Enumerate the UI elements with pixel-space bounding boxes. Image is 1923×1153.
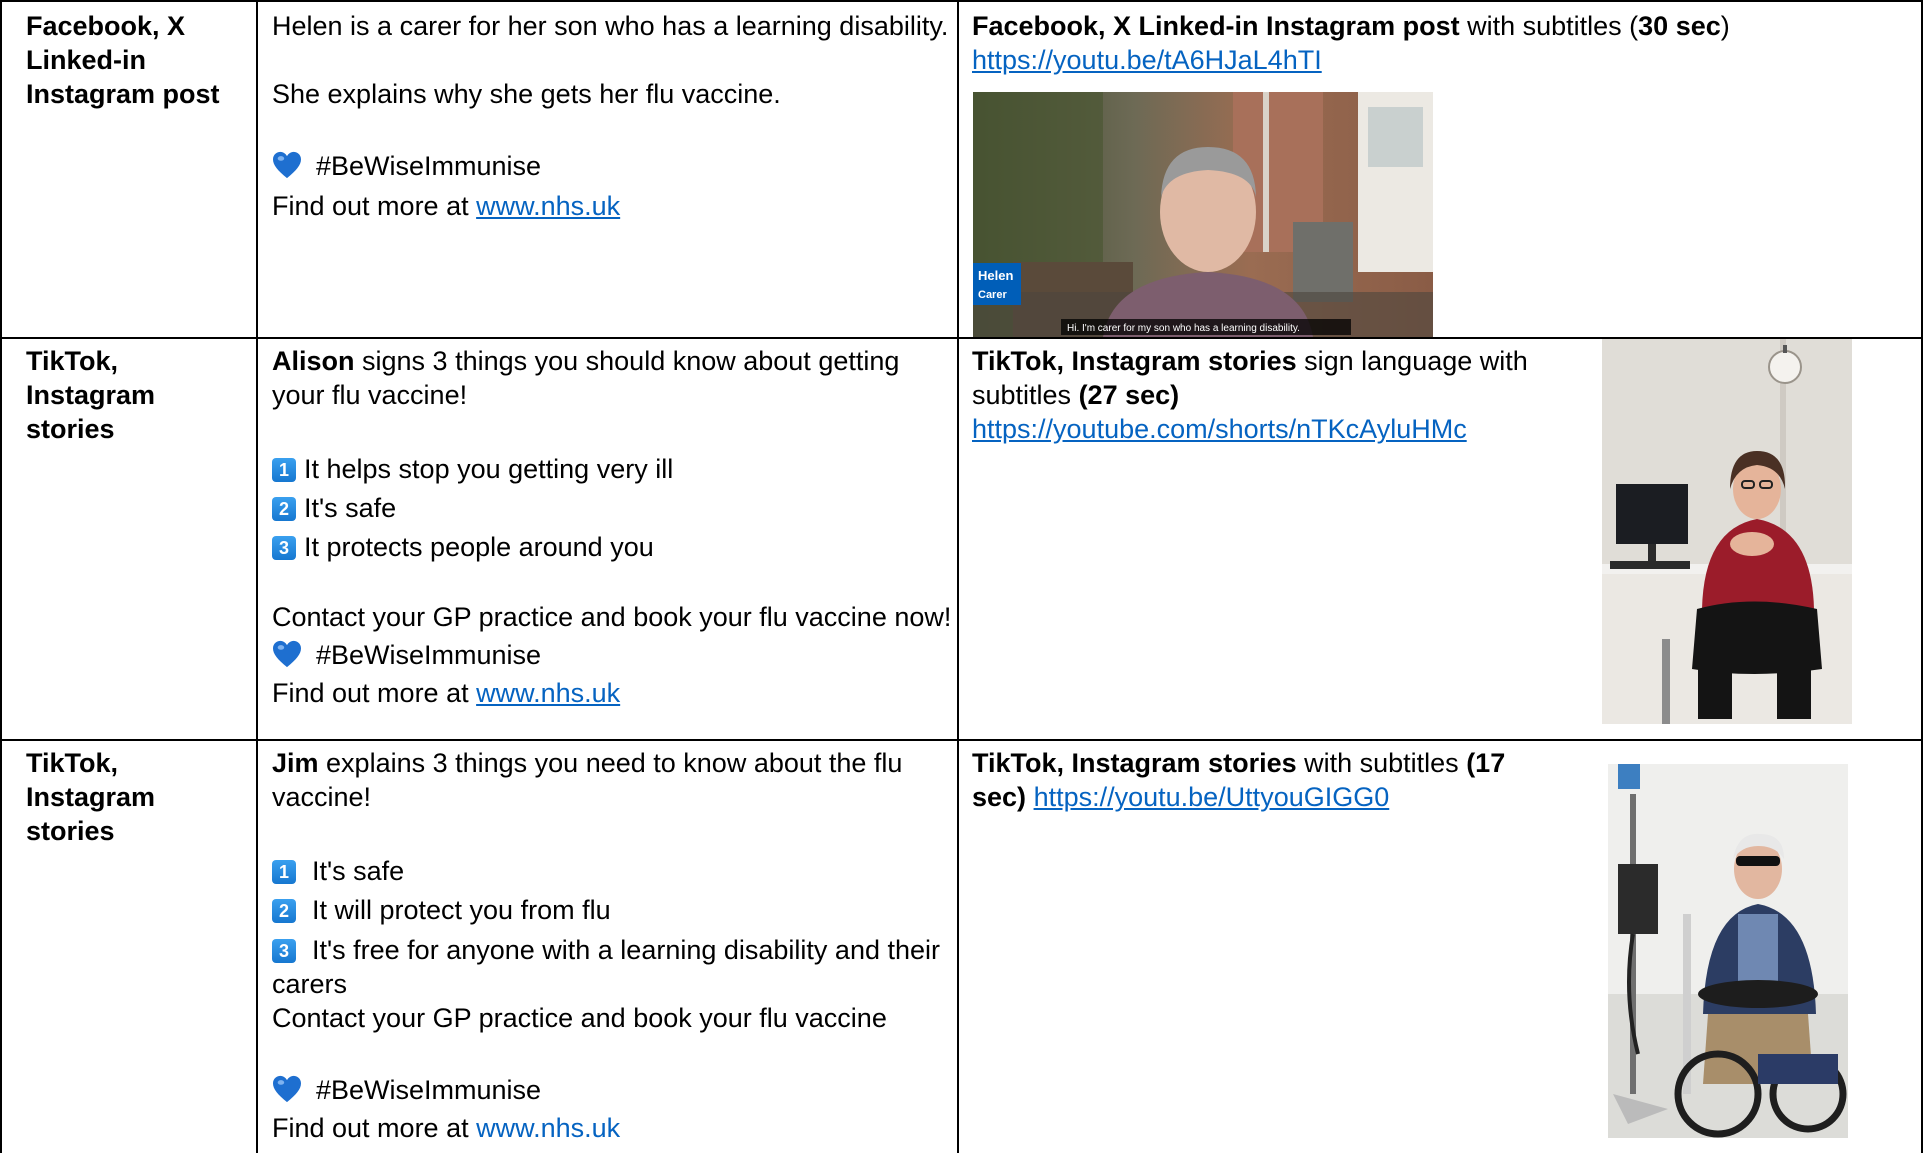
keycap-2-icon: 2 — [272, 899, 296, 923]
post-intro: Jim explains 3 things you need to know a… — [272, 746, 952, 814]
asset-desc: with subtitles ( — [1459, 11, 1639, 41]
find-more-text: Find out more at — [272, 678, 477, 708]
find-more-line: Find out more at www.nhs.uk — [272, 189, 952, 223]
post-copy-cell: Alison signs 3 things you should know ab… — [272, 344, 952, 710]
blue-heart-icon — [273, 151, 301, 179]
platform-label: Facebook, X Linked-in Instagram post — [26, 11, 220, 109]
thumb-role: Carer — [978, 289, 1007, 301]
video-link[interactable]: https://youtube.com/shorts/nTKcAyluHMc — [972, 414, 1467, 444]
asset-duration: (27 sec) — [1078, 380, 1180, 410]
video-link[interactable]: https://youtu.be/tA6HJaL4hTI — [972, 45, 1322, 75]
platform-cell: TikTok, Instagram stories — [26, 746, 186, 848]
point-text: It's safe — [312, 856, 405, 886]
call-to-action: Contact your GP practice and book your f… — [272, 1003, 887, 1033]
asset-cell: Facebook, X Linked-in Instagram post wit… — [972, 9, 1912, 77]
asset-desc: with subtitles — [1296, 748, 1467, 778]
nhs-link[interactable]: www.nhs.uk — [476, 191, 620, 221]
blue-heart-icon — [273, 640, 301, 668]
platform-cell: Facebook, X Linked-in Instagram post — [26, 9, 251, 111]
platform-label: TikTok, Instagram stories — [26, 748, 156, 846]
list-item: 1 It's safe — [272, 852, 952, 891]
keycap-1-icon: 1 — [272, 458, 296, 482]
find-more-text: Find out more at — [272, 1113, 477, 1143]
alison-video-still — [1602, 339, 1852, 724]
table-border-row2 — [0, 739, 1923, 741]
blue-heart-icon — [273, 1075, 301, 1103]
asset-close: ) — [1720, 11, 1730, 41]
keycap-1-icon: 1 — [272, 860, 296, 884]
hashtag: #BeWiseImmunise — [316, 1075, 542, 1105]
point-text: It's safe — [304, 493, 397, 523]
find-more-text: Find out more at — [272, 191, 477, 221]
hashtag-line: #BeWiseImmunise — [272, 149, 952, 183]
asset-cell: TikTok, Instagram stories sign language … — [972, 344, 1542, 446]
find-more-line: Find out more at www.nhs.uk — [272, 676, 952, 710]
post-intro-text: signs 3 things you should know about get… — [272, 346, 900, 410]
asset-platforms: TikTok, Instagram stories — [972, 346, 1297, 376]
jim-video-still — [1608, 764, 1848, 1138]
asset-title: TikTok, Instagram stories sign language … — [972, 344, 1542, 412]
table-border-col2 — [957, 0, 959, 1153]
keycap-3-icon: 3 — [272, 536, 296, 560]
point-text: It's free for anyone with a learning dis… — [272, 935, 941, 999]
person-name: Jim — [272, 748, 319, 778]
asset-title: Facebook, X Linked-in Instagram post wit… — [972, 9, 1912, 43]
list-item: 3 It protects people around you — [272, 528, 952, 567]
list-item: 3 It's free for anyone with a learning di… — [272, 933, 952, 1001]
asset-duration: 30 sec — [1638, 11, 1721, 41]
nhs-link[interactable]: www.nhs.uk — [476, 1113, 620, 1143]
find-more-line: Find out more at www.nhs.uk — [272, 1111, 952, 1145]
post-body: She explains why she gets her flu vaccin… — [272, 79, 781, 109]
hashtag: #BeWiseImmunise — [316, 151, 542, 181]
thumb-caption: Hi. I'm carer for my son who has a learn… — [1067, 323, 1300, 334]
content-table: Facebook, X Linked-in Instagram post Hel… — [0, 0, 1923, 1153]
hashtag: #BeWiseImmunise — [316, 640, 542, 670]
hashtag-line: #BeWiseImmunise — [272, 1073, 952, 1107]
keycap-2-icon: 2 — [272, 497, 296, 521]
asset-platforms: Facebook, X Linked-in Instagram post — [972, 11, 1460, 41]
post-copy-cell: Helen is a carer for her son who has a l… — [272, 9, 952, 223]
asset-platforms: TikTok, Instagram stories — [972, 748, 1297, 778]
point-text: It protects people around you — [304, 532, 654, 562]
point-text: It helps stop you getting very ill — [304, 454, 674, 484]
post-copy-cell: Jim explains 3 things you need to know a… — [272, 746, 952, 1145]
video-thumbnail[interactable]: Helen Carer Hi. I'm carer for my son who… — [973, 92, 1433, 337]
table-border-left — [0, 0, 2, 1153]
video-thumbnail[interactable] — [1608, 764, 1848, 1138]
post-intro-text: explains 3 things you need to know about… — [272, 748, 903, 812]
list-item: 2 It's safe — [272, 489, 952, 528]
post-intro: Alison signs 3 things you should know ab… — [272, 344, 952, 412]
video-thumbnail[interactable] — [1602, 339, 1852, 724]
video-link[interactable]: https://youtu.be/UttyouGIGG0 — [1034, 782, 1390, 812]
asset-cell: TikTok, Instagram stories with subtitles… — [972, 746, 1562, 814]
keycap-3-icon: 3 — [272, 939, 296, 963]
hashtag-line: #BeWiseImmunise — [272, 638, 952, 672]
table-border-top — [0, 0, 1923, 2]
helen-video-still: Helen Carer Hi. I'm carer for my son who… — [973, 92, 1433, 337]
point-text: It will protect you from flu — [312, 895, 611, 925]
list-item: 1 It helps stop you getting very ill — [272, 450, 952, 489]
call-to-action: Contact your GP practice and book your f… — [272, 602, 952, 632]
person-name: Alison — [272, 346, 355, 376]
list-item: 2 It will protect you from flu — [272, 891, 952, 930]
platform-label: TikTok, Instagram stories — [26, 346, 156, 444]
platform-cell: TikTok, Instagram stories — [26, 344, 186, 446]
asset-title: TikTok, Instagram stories with subtitles… — [972, 746, 1562, 814]
nhs-link[interactable]: www.nhs.uk — [476, 678, 620, 708]
post-intro: Helen is a carer for her son who has a l… — [272, 11, 949, 41]
thumb-name: Helen — [978, 268, 1013, 283]
table-border-col1 — [256, 0, 258, 1153]
